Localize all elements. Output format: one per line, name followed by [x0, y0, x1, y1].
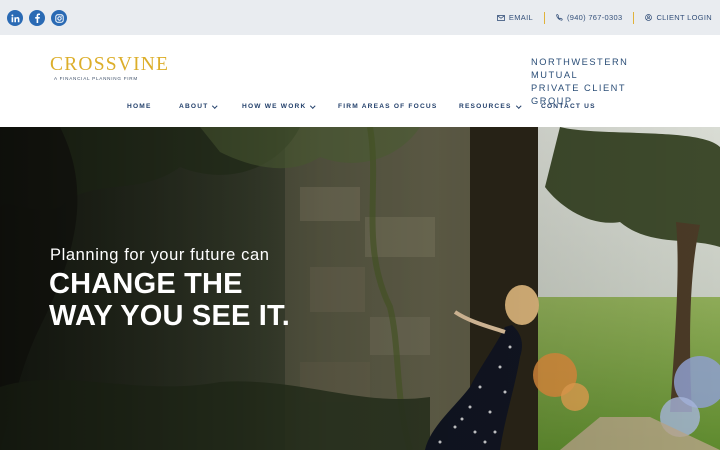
nav-item-how-we-work[interactable]: HOW WE WORK	[242, 103, 316, 110]
nav-item-label: HOW WE WORK	[242, 103, 307, 110]
divider	[543, 11, 545, 24]
hero-title-line-2: WAY YOU SEE IT.	[49, 300, 291, 332]
phone-link[interactable]: (940) 767-0303	[556, 13, 623, 22]
client-login-label: CLIENT LOGIN	[656, 13, 712, 22]
phone-icon	[556, 14, 563, 21]
site-header: CROSSVINE A FINANCIAL PLANNING FIRM NORT…	[0, 35, 720, 127]
nav-item-about[interactable]: ABOUT	[179, 103, 218, 110]
hero-title: CHANGE THE WAY YOU SEE IT.	[49, 268, 389, 332]
email-link[interactable]: EMAIL	[497, 13, 533, 22]
nav-item-resources[interactable]: RESOURCES	[459, 103, 521, 110]
nav-item-label: FIRM AREAS OF FOCUS	[338, 103, 438, 110]
user-icon	[645, 14, 653, 21]
nav-item-label: CONTACT US	[541, 103, 596, 110]
nav-item-label: HOME	[127, 103, 152, 110]
logo-wordmark: CROSSVINE	[50, 54, 170, 75]
top-contact-links: EMAIL (940) 767-0303 CLIENT LOGIN	[497, 0, 712, 35]
hero-banner: Planning for your future can CHANGE THE …	[0, 127, 720, 450]
facebook-icon[interactable]	[29, 10, 45, 26]
phone-label: (940) 767-0303	[566, 13, 623, 22]
nav-item-label: RESOURCES	[459, 103, 512, 110]
hero-title-line-1: CHANGE THE	[49, 268, 243, 300]
nav-item-contact-us[interactable]: CONTACT US	[541, 103, 596, 110]
logo[interactable]: CROSSVINE A FINANCIAL PLANNING FIRM	[50, 54, 170, 82]
divider	[633, 11, 635, 24]
nav-item-label: ABOUT	[179, 103, 209, 110]
hero-subtitle: Planning for your future can	[50, 246, 270, 264]
client-login-link[interactable]: CLIENT LOGIN	[645, 13, 712, 22]
email-label: EMAIL	[508, 13, 533, 22]
nav-item-home[interactable]: HOME	[127, 103, 152, 110]
chevron-down-icon	[310, 103, 316, 108]
affiliation-line-1: NORTHWESTERN MUTUAL	[531, 57, 629, 80]
top-utility-bar: EMAIL (940) 767-0303 CLIENT LOGIN	[0, 0, 720, 35]
instagram-icon[interactable]	[51, 10, 67, 26]
nav-item-firm-areas-of-focus[interactable]: FIRM AREAS OF FOCUS	[338, 103, 437, 110]
chevron-down-icon	[515, 103, 521, 108]
envelope-icon	[497, 14, 505, 21]
logo-tagline: A FINANCIAL PLANNING FIRM	[54, 76, 138, 81]
chevron-down-icon	[212, 103, 218, 108]
social-links	[7, 10, 67, 26]
affiliation-link[interactable]: NORTHWESTERN MUTUAL PRIVATE CLIENT GROUP	[531, 56, 671, 108]
linkedin-icon[interactable]	[7, 10, 23, 26]
main-nav: HOME ABOUT HOW WE WORK FIRM AREAS OF FOC…	[0, 103, 720, 115]
